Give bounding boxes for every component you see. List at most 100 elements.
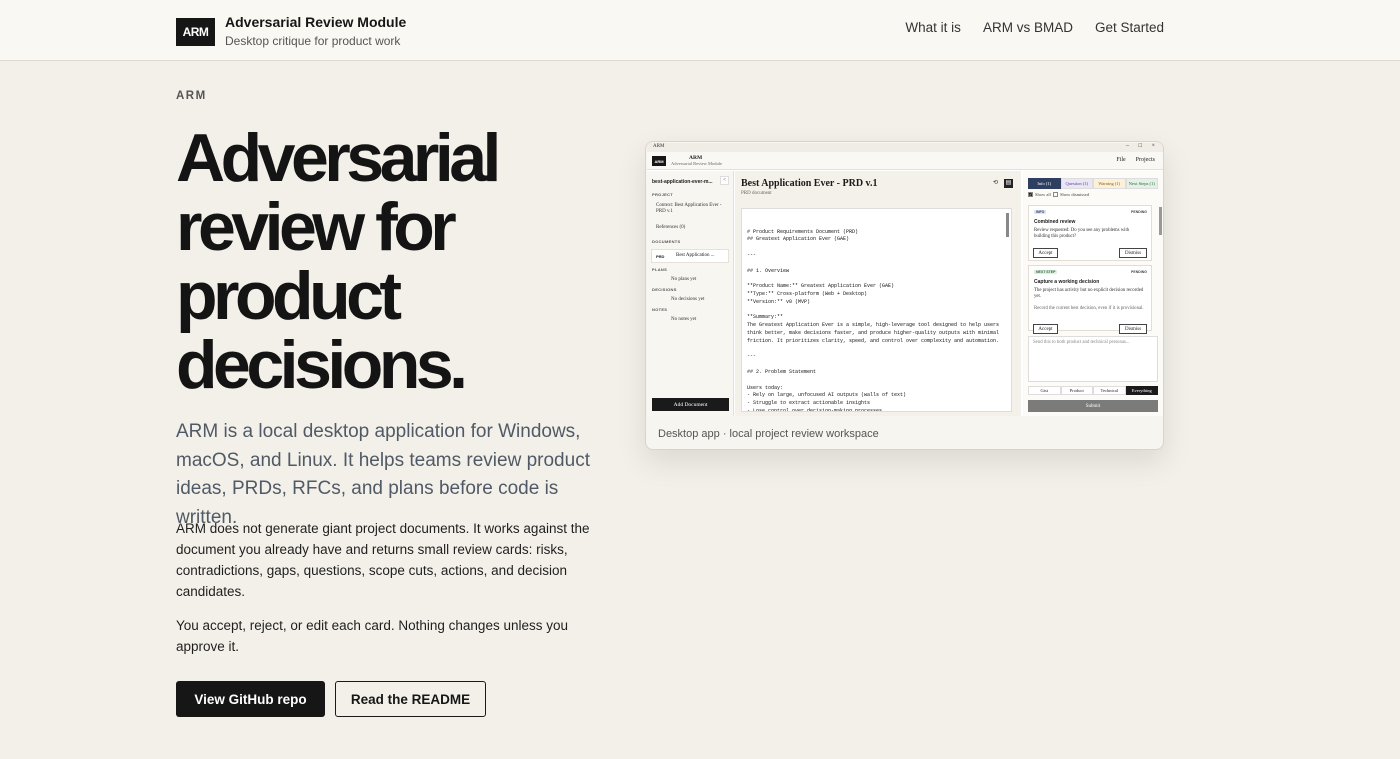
notes-empty: No notes yet: [671, 317, 697, 322]
brand[interactable]: ARM Adversarial Review Module Desktop cr…: [176, 14, 406, 49]
main-nav: What it is ARM vs BMAD Get Started: [905, 20, 1164, 35]
checkbox-icon: [1053, 192, 1058, 197]
document-line: - Lose control over decision-making proc…: [747, 407, 883, 412]
app-brand: ARM Adversarial Review Module: [671, 155, 722, 168]
card-body: Review requested: Do you see any problem…: [1034, 228, 1130, 240]
card-title: Combined review: [1034, 219, 1076, 225]
app-screenshot: ARM – □ × ARM ARM Adversarial Review Mod…: [645, 141, 1164, 450]
review-card-next-step: NEXT STEP PENDING Capture a working deci…: [1028, 265, 1152, 334]
brand-logo: ARM: [176, 17, 215, 46]
card-status: PENDING: [1131, 210, 1147, 214]
dismiss-button: Dismiss: [1119, 248, 1147, 258]
review-card-info: INFO PENDING Combined review Review requ…: [1028, 205, 1152, 261]
tab-info: Info (1): [1028, 178, 1061, 189]
document-line: **Summary:**: [747, 314, 784, 321]
document-subtitle: PRD document: [741, 191, 772, 196]
github-repo-button[interactable]: View GitHub repo: [176, 681, 325, 717]
brand-title: Adversarial Review Module: [225, 14, 407, 30]
document-line: The Greatest Application Ever is a simpl…: [747, 322, 1000, 329]
card-body: The project has activity but no explicit…: [1034, 288, 1144, 300]
menu-projects: Projects: [1135, 157, 1155, 163]
doc-tag: PRD: [656, 254, 665, 259]
document-item: PRD Best Application ...: [651, 249, 729, 263]
document-lines: # Product Requirements Document (PRD) ## …: [747, 228, 1003, 412]
tab-question: Question (1): [1060, 178, 1093, 189]
document-line: ---: [747, 353, 757, 360]
project-name: best-application-ever-m...: [652, 179, 713, 185]
plans-empty: No plans yet: [671, 277, 697, 282]
decisions-empty: No decisions yet: [671, 297, 705, 302]
app-menubar: ARM ARM Adversarial Review Module File P…: [647, 152, 1163, 170]
audience-selector: Gist Product Technical Everything: [1028, 386, 1158, 395]
section-decisions: DECISIONS: [652, 287, 677, 292]
hero-paragraph-2: You accept, reject, or edit each card. N…: [176, 618, 568, 654]
screenshot-caption: Desktop app · local project review works…: [658, 428, 879, 440]
document-line: Users today:: [747, 384, 784, 391]
accept-button: Accept: [1033, 248, 1058, 258]
audience-everything: Everything: [1125, 386, 1158, 395]
app-menu: File Projects: [1116, 157, 1155, 163]
readme-button[interactable]: Read the README: [335, 681, 486, 717]
nav-arm-vs-bmad[interactable]: ARM vs BMAD: [983, 20, 1073, 35]
document-title: Best Application Ever - PRD v.1: [741, 178, 878, 189]
app-window: ARM – □ × ARM ARM Adversarial Review Mod…: [647, 143, 1163, 416]
card-label: NEXT STEP: [1034, 270, 1058, 274]
tab-warning: Warning (1): [1093, 178, 1126, 189]
nav-what-it-is[interactable]: What it is: [905, 20, 961, 35]
add-document-button: Add Document: [652, 398, 729, 411]
accept-button: Accept: [1033, 324, 1058, 334]
document-line: ## 1. Overview: [747, 267, 790, 274]
collapse-icon: <: [720, 176, 729, 185]
show-dismissed-label: Show dismissed: [1060, 192, 1090, 197]
document-line: ## Greatest Application Ever (GAE): [747, 236, 850, 243]
references-item: References (0): [656, 225, 686, 230]
document-line: - Rely on large, unfocused AI outputs (w…: [747, 392, 907, 399]
checkbox-checked-icon: ✓: [1028, 192, 1033, 197]
section-plans: PLANS: [652, 267, 668, 272]
card-status: PENDING: [1131, 270, 1147, 274]
window-titlebar: ARM – □ ×: [647, 143, 1163, 152]
hero-paragraph-1: ARM does not generate giant project docu…: [176, 521, 590, 599]
audience-gist: Gist: [1028, 386, 1061, 395]
panel-icon: ▤: [1004, 179, 1013, 188]
hero-title-line: decisions.: [176, 327, 468, 403]
tab-next-steps: Next Steps (1): [1125, 178, 1158, 189]
show-all-toggle: ✓ Show all: [1028, 192, 1051, 197]
document-line: **Version:** v0 (MVP): [747, 298, 811, 305]
doc-name: Best Application ...: [676, 253, 715, 258]
audience-product: Product: [1060, 386, 1093, 395]
section-project: PROJECT: [652, 192, 673, 197]
document-line: ## 2. Problem Statement: [747, 368, 817, 375]
document-line: friction. It prioritizes clarity, speed,…: [747, 337, 1000, 344]
document-line: think better, make decisions faster, and…: [747, 329, 1000, 336]
editor-scrollbar: [1006, 213, 1009, 237]
window-title: ARM: [653, 144, 665, 149]
audience-technical: Technical: [1093, 386, 1126, 395]
site-header: ARM Adversarial Review Module Desktop cr…: [0, 0, 1400, 61]
review-panel: Info (1) Question (1) Warning (1) Next S…: [1023, 171, 1163, 416]
review-scrollbar: [1159, 207, 1162, 235]
hero-eyebrow: ARM: [176, 90, 207, 102]
refresh-icon: ⟲: [992, 180, 999, 186]
submit-button: Submit: [1028, 400, 1158, 412]
card-label: INFO: [1034, 210, 1047, 214]
context-item: Context: Best Application Ever - PRD v.1: [656, 203, 722, 214]
section-notes: NOTES: [652, 307, 668, 312]
persona-input: Send this to both product and technical …: [1028, 336, 1158, 382]
section-documents: DOCUMENTS: [652, 239, 681, 244]
document-area: Best Application Ever - PRD v.1 PRD docu…: [735, 171, 1021, 416]
dismiss-button: Dismiss: [1119, 324, 1147, 334]
hero-lead: ARM is a local desktop application for W…: [176, 421, 590, 528]
document-line: ---: [747, 251, 757, 258]
document-line: # Product Requirements Document (PRD): [747, 228, 859, 235]
nav-get-started[interactable]: Get Started: [1095, 20, 1164, 35]
brand-subtitle: Desktop critique for product work: [225, 34, 401, 48]
card-title: Capture a working decision: [1034, 279, 1100, 285]
